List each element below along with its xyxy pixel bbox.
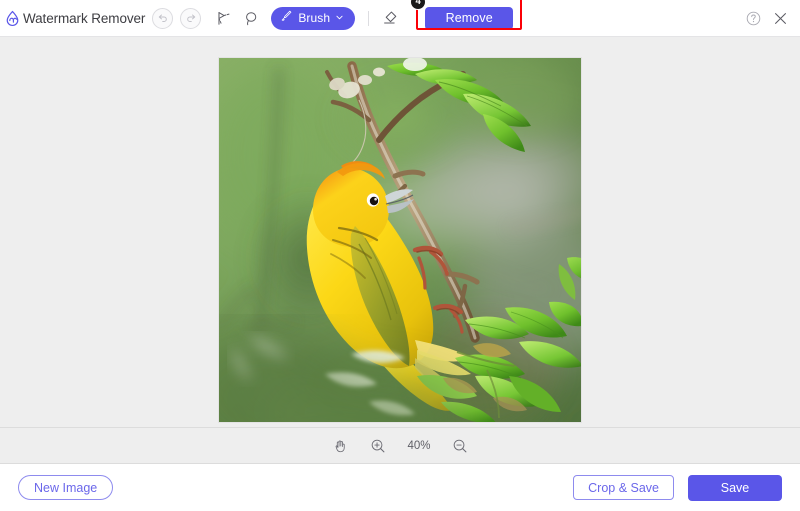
- bird-photo: [219, 58, 581, 422]
- crop-and-save-button[interactable]: Crop & Save: [573, 475, 674, 500]
- chevron-down-icon: [335, 9, 344, 27]
- editor-canvas[interactable]: [0, 37, 800, 427]
- remove-action-area: 4 Remove: [425, 7, 513, 30]
- app-title: Watermark Remover: [23, 11, 145, 26]
- redo-button[interactable]: [180, 8, 201, 29]
- undo-button[interactable]: [152, 8, 173, 29]
- close-x-icon: [772, 10, 789, 27]
- polygon-select-icon: [216, 10, 233, 27]
- brush-tool-button[interactable]: Brush: [271, 7, 355, 30]
- lasso-select-button[interactable]: [238, 5, 265, 32]
- help-button[interactable]: [745, 10, 762, 27]
- image-frame: [218, 57, 582, 423]
- brush-label: Brush: [298, 11, 330, 25]
- zoom-out-icon: [452, 438, 468, 454]
- hand-pan-button[interactable]: [330, 436, 350, 456]
- lasso-select-icon: [243, 10, 260, 27]
- remove-button[interactable]: Remove: [425, 7, 513, 30]
- new-image-button[interactable]: New Image: [18, 475, 113, 500]
- zoom-in-button[interactable]: [368, 436, 388, 456]
- watermark-remover-window: Watermark Remover: [0, 0, 800, 511]
- zoom-in-icon: [370, 438, 386, 454]
- footer-right-actions: Crop & Save Save: [573, 475, 782, 501]
- undo-arrow-icon: [157, 12, 169, 24]
- header-right-actions: [745, 10, 800, 27]
- tool-group: Brush: [211, 5, 403, 32]
- zoom-toolbar: 40%: [0, 427, 800, 464]
- save-button[interactable]: Save: [688, 475, 782, 501]
- hand-pan-icon: [332, 438, 348, 454]
- toolbar-divider: [368, 11, 369, 26]
- step-badge-4: 4: [410, 0, 426, 10]
- polygon-select-button[interactable]: [211, 5, 238, 32]
- app-header: Watermark Remover: [0, 0, 800, 37]
- app-footer: New Image Crop & Save Save: [0, 464, 800, 511]
- redo-arrow-icon: [185, 12, 197, 24]
- brush-icon: [280, 9, 293, 27]
- question-circle-icon: [745, 10, 762, 27]
- eraser-tool-button[interactable]: [376, 5, 403, 32]
- eraser-icon: [381, 9, 399, 27]
- history-controls: [152, 8, 201, 29]
- water-drop-logo-icon: [4, 10, 21, 27]
- zoom-level-label: 40%: [406, 440, 432, 452]
- brand: Watermark Remover: [0, 10, 145, 27]
- zoom-out-button[interactable]: [450, 436, 470, 456]
- close-button[interactable]: [772, 10, 789, 27]
